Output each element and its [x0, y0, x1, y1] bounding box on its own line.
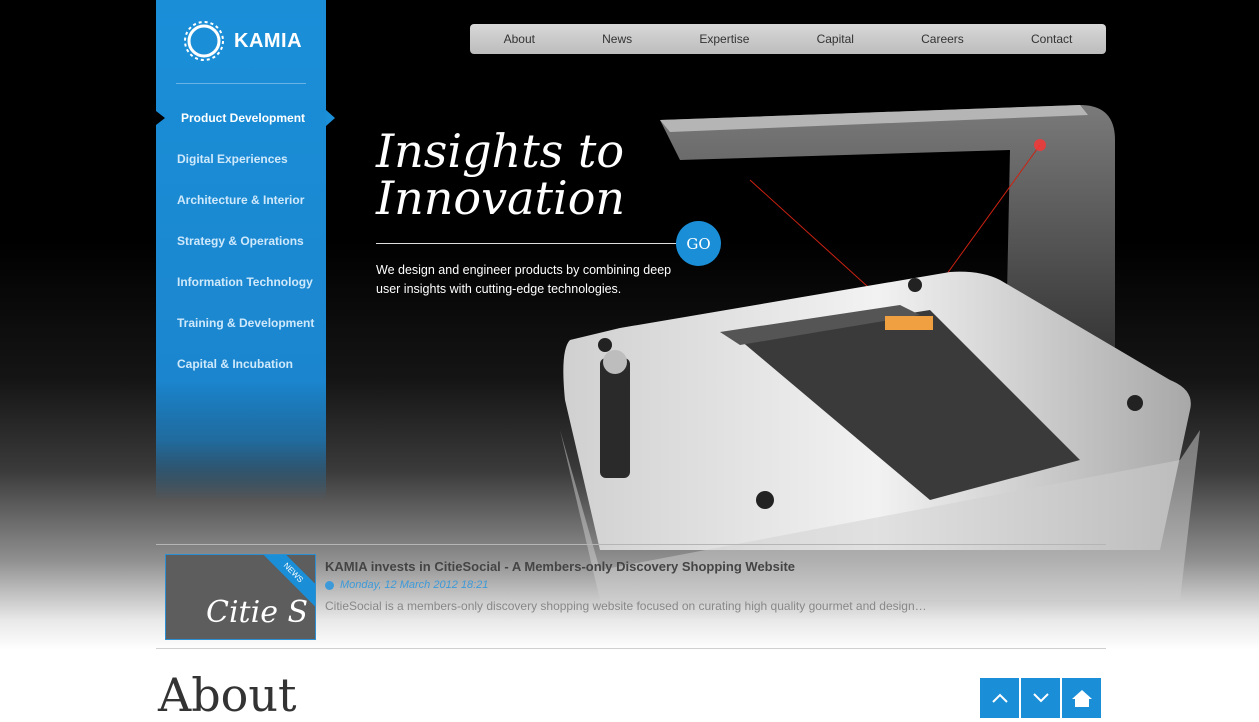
- nav-about[interactable]: About: [494, 32, 545, 46]
- hero-tagline: We design and engineer products by combi…: [376, 263, 672, 296]
- news-date-text: Monday, 12 March 2012 18:21: [340, 579, 489, 591]
- sidebar: KAMIA Product Development Digital Experi…: [156, 0, 335, 500]
- sidebar-item-capital-incubation[interactable]: Capital & Incubation: [156, 344, 326, 385]
- logo-ring-icon: [184, 21, 224, 61]
- nav-news[interactable]: News: [592, 32, 642, 46]
- hero-headline: Insights to Innovation: [376, 128, 625, 222]
- sidebar-item-architecture-interior[interactable]: Architecture & Interior: [156, 180, 326, 221]
- scroll-controls: [980, 678, 1101, 718]
- divider: [176, 83, 306, 84]
- nav-capital[interactable]: Capital: [807, 32, 864, 46]
- home-icon: [1071, 690, 1092, 707]
- news-item[interactable]: Citie S NEWS KAMIA invests in CitieSocia…: [156, 544, 1106, 649]
- nav-contact[interactable]: Contact: [1021, 32, 1082, 46]
- nav-expertise[interactable]: Expertise: [689, 32, 759, 46]
- top-nav: About News Expertise Capital Careers Con…: [470, 24, 1106, 54]
- home-button[interactable]: [1062, 678, 1101, 718]
- headline-divider: [376, 243, 682, 244]
- headline-line-1: Insights to: [376, 124, 625, 178]
- sidebar-item-product-development[interactable]: Product Development: [156, 98, 335, 139]
- go-button[interactable]: GO: [676, 221, 721, 266]
- logo[interactable]: KAMIA: [182, 18, 312, 64]
- news-thumbnail-text: Citie S: [206, 595, 309, 630]
- date-dot-icon: [325, 580, 334, 590]
- scroll-down-button[interactable]: [1021, 678, 1060, 718]
- sidebar-item-digital-experiences[interactable]: Digital Experiences: [156, 139, 326, 180]
- news-date: Monday, 12 March 2012 18:21: [325, 579, 488, 591]
- sidebar-menu: Product Development Digital Experiences …: [156, 98, 335, 385]
- chevron-up-icon: [991, 693, 1008, 703]
- sidebar-item-training-development[interactable]: Training & Development: [156, 303, 326, 344]
- chevron-down-icon: [1032, 693, 1049, 703]
- section-heading: About: [158, 668, 297, 722]
- news-title[interactable]: KAMIA invests in CitieSocial - A Members…: [325, 559, 795, 574]
- news-excerpt: CitieSocial is a members-only discovery …: [325, 599, 927, 613]
- scroll-up-button[interactable]: [980, 678, 1019, 718]
- news-thumbnail[interactable]: Citie S NEWS: [165, 554, 316, 640]
- sidebar-item-information-technology[interactable]: Information Technology: [156, 262, 326, 303]
- brand-name: KAMIA: [234, 29, 303, 52]
- headline-line-2: Innovation: [376, 171, 626, 225]
- sidebar-item-strategy-operations[interactable]: Strategy & Operations: [156, 221, 326, 262]
- nav-careers[interactable]: Careers: [911, 32, 974, 46]
